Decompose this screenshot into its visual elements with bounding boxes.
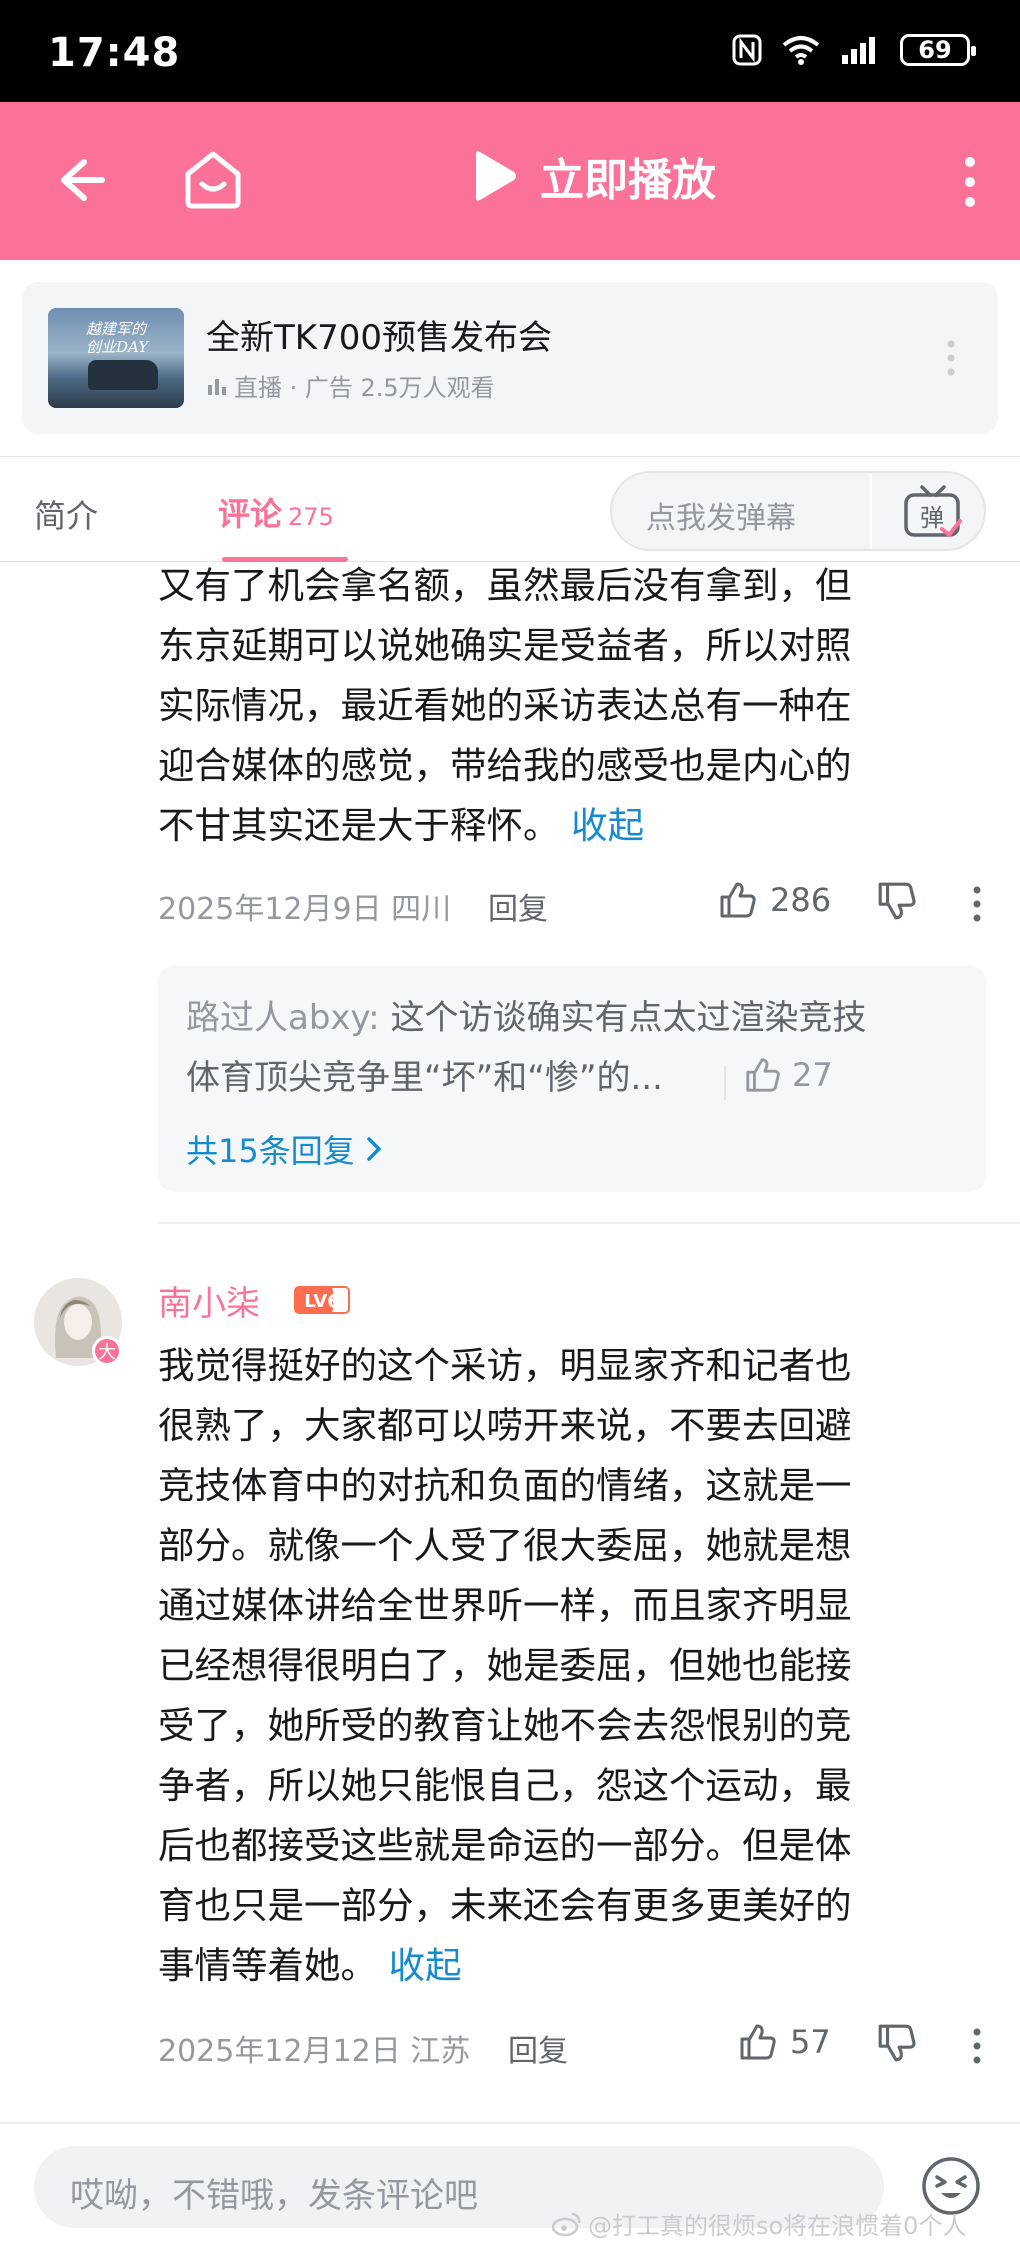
signal-icon: [842, 37, 875, 64]
comment-line: 不甘其实还是大于释怀。: [158, 804, 560, 847]
top-bar: 立即播放: [0, 102, 1020, 260]
ad-thumbnail-text: 越建军的 创业DAY: [86, 320, 149, 356]
car-image: [88, 360, 158, 390]
status-icons: 69: [732, 34, 976, 66]
comment-date-location: 2025年12月9日 四川: [158, 892, 452, 927]
sub-reply-box[interactable]: 路过人abxy: 这个访谈确实有点太过渲染竞技 体育顶尖竞争里“坏”和“惨”的.…: [158, 966, 986, 1192]
thumbs-down-icon[interactable]: [876, 2022, 918, 2064]
danmaku-toggle-icon[interactable]: 弹: [902, 483, 964, 541]
comment-meta-1: 2025年12月9日 四川 回复 286: [158, 881, 988, 927]
sub-reply-text: 这个访谈确实有点太过渲染竞技: [379, 998, 867, 1038]
sub-reply-user[interactable]: 路过人abxy:: [186, 998, 380, 1038]
comment-line: 东京延期可以说她确实是受益者，所以对照: [158, 624, 852, 667]
comment-line: 受了，她所受的教育让她不会去怨恨别的竞: [158, 1704, 852, 1747]
chevron-right-icon: [366, 1137, 381, 1161]
sub-reply-like-button[interactable]: 27: [744, 1056, 833, 1094]
level-badge-text: LV6: [304, 1291, 339, 1312]
back-arrow-icon[interactable]: [50, 150, 110, 210]
sub-reply-separator: [724, 1066, 726, 1100]
comment-line: 后也都接受这些就是命运的一部分。但是体: [158, 1824, 852, 1867]
comment-line: 又有了机会拿名额，虽然最后没有拿到，但: [158, 564, 852, 607]
ad-thumbnail: 越建军的 创业DAY: [48, 308, 184, 408]
comment-line: 育也只是一部分，未来还会有更多更美好的: [158, 1884, 852, 1927]
danmaku-input[interactable]: 点我发弹幕 弹: [610, 471, 986, 551]
sub-reply-like-count: 27: [792, 1056, 833, 1094]
level-badge: LV6: [294, 1286, 350, 1314]
battery-level: 69: [918, 36, 952, 64]
status-time: 17:48: [48, 30, 181, 76]
collapse-link[interactable]: 收起: [571, 804, 644, 847]
comment-divider: [158, 1222, 1020, 1224]
comment-line: 争者，所以她只能恨自己，怨这个运动，最: [158, 1764, 852, 1807]
comment-line: 竞技体育中的对抗和负面的情绪，这就是一: [158, 1464, 852, 1507]
tab-comments-count: 275: [288, 503, 334, 531]
comment-line: 通过媒体讲给全世界听一样，而且家齐明显: [158, 1584, 852, 1627]
more-vertical-icon[interactable]: [960, 152, 980, 212]
comment-line: 部分。就像一个人受了很大委屈，她就是想: [158, 1524, 852, 1567]
like-count: 57: [790, 2023, 831, 2061]
play-now-label: 立即播放: [540, 155, 716, 206]
reply-button[interactable]: 回复: [488, 884, 548, 928]
battery-indicator: 69: [900, 34, 976, 66]
thumbs-up-icon: [740, 2024, 776, 2060]
ad-meta: 直播 · 广告 2.5万人观看: [206, 368, 495, 403]
view-all-replies-link[interactable]: 共15条回复: [186, 1126, 383, 1172]
like-count: 286: [770, 881, 832, 919]
like-button[interactable]: 57: [738, 2022, 831, 2062]
live-bars-icon: [208, 378, 226, 395]
tab-bar: 简介 评论 275 点我发弹幕 弹: [0, 456, 1020, 562]
ad-title: 全新TK700预售发布会: [206, 318, 552, 358]
comment-meta-2: 2025年12月12日 江苏 回复 57: [158, 2023, 988, 2069]
comment-line: 我觉得挺好的这个采访，明显家齐和记者也: [158, 1344, 852, 1387]
ad-card[interactable]: 越建军的 创业DAY 全新TK700预售发布会 直播 · 广告 2.5万人观看: [22, 282, 998, 434]
comment-more-icon[interactable]: [972, 2026, 982, 2066]
ad-meta-text: 直播 · 广告 2.5万人观看: [234, 374, 495, 402]
comment-username[interactable]: 南小柒: [158, 1276, 260, 1325]
comment-text-1: 又有了机会拿名额，虽然最后没有拿到，但 东京延期可以说她确实是受益者，所以对照 …: [158, 556, 966, 856]
avatar-badge: 大: [92, 1336, 122, 1366]
home-icon[interactable]: [180, 146, 246, 212]
tab-intro[interactable]: 简介: [34, 491, 98, 537]
tab-comments-label: 评论: [218, 495, 283, 533]
comment-date-location: 2025年12月12日 江苏: [158, 2034, 471, 2069]
nfc-icon: [732, 34, 762, 66]
comment-line: 实际情况，最近看她的采访表达总有一种在: [158, 684, 852, 727]
comment-more-icon[interactable]: [972, 884, 982, 924]
view-all-replies-label: 共15条回复: [186, 1132, 355, 1170]
ad-more-icon[interactable]: [946, 338, 956, 378]
danmaku-placeholder: 点我发弹幕: [646, 501, 796, 536]
watermark: @打工真的很烦so将在浪惯着0个人: [552, 2206, 966, 2241]
thumbs-up-icon: [720, 882, 756, 918]
play-now-button[interactable]: 立即播放: [470, 144, 716, 208]
status-bar: 17:48 69: [0, 0, 1020, 102]
sub-reply-line-1: 路过人abxy: 这个访谈确实有点太过渲染竞技: [186, 990, 976, 1046]
comment-line: 事情等着她。: [158, 1944, 377, 1987]
comment-line: 很熟了，大家都可以唠开来说，不要去回避: [158, 1404, 852, 1447]
comment-line: 迎合媒体的感觉，带给我的感受也是内心的: [158, 744, 852, 787]
reply-button[interactable]: 回复: [508, 2026, 568, 2070]
weibo-logo-icon: [552, 2212, 581, 2236]
sub-reply-line-2: 体育顶尖竞争里“坏”和“惨”的...: [186, 1058, 663, 1098]
like-button[interactable]: 286: [718, 880, 831, 920]
thumbs-up-icon: [746, 1058, 780, 1092]
tab-comments[interactable]: 评论 275: [218, 489, 334, 535]
play-icon: [476, 151, 516, 201]
comment-line: 已经想得很明白了，她是委屈，但她也能接: [158, 1644, 852, 1687]
wifi-icon: [782, 36, 820, 65]
collapse-link[interactable]: 收起: [389, 1944, 462, 1987]
danmaku-divider: [870, 473, 872, 549]
thumbs-down-icon[interactable]: [876, 880, 918, 922]
comment-input-placeholder: 哎呦，不错哦，发条评论吧: [70, 2176, 478, 2216]
watermark-text: @打工真的很烦so将在浪惯着0个人: [588, 2212, 967, 2240]
bottom-divider: [0, 2122, 1020, 2124]
comment-text-2: 我觉得挺好的这个采访，明显家齐和记者也 很熟了，大家都可以唠开来说，不要去回避 …: [158, 1336, 966, 1996]
